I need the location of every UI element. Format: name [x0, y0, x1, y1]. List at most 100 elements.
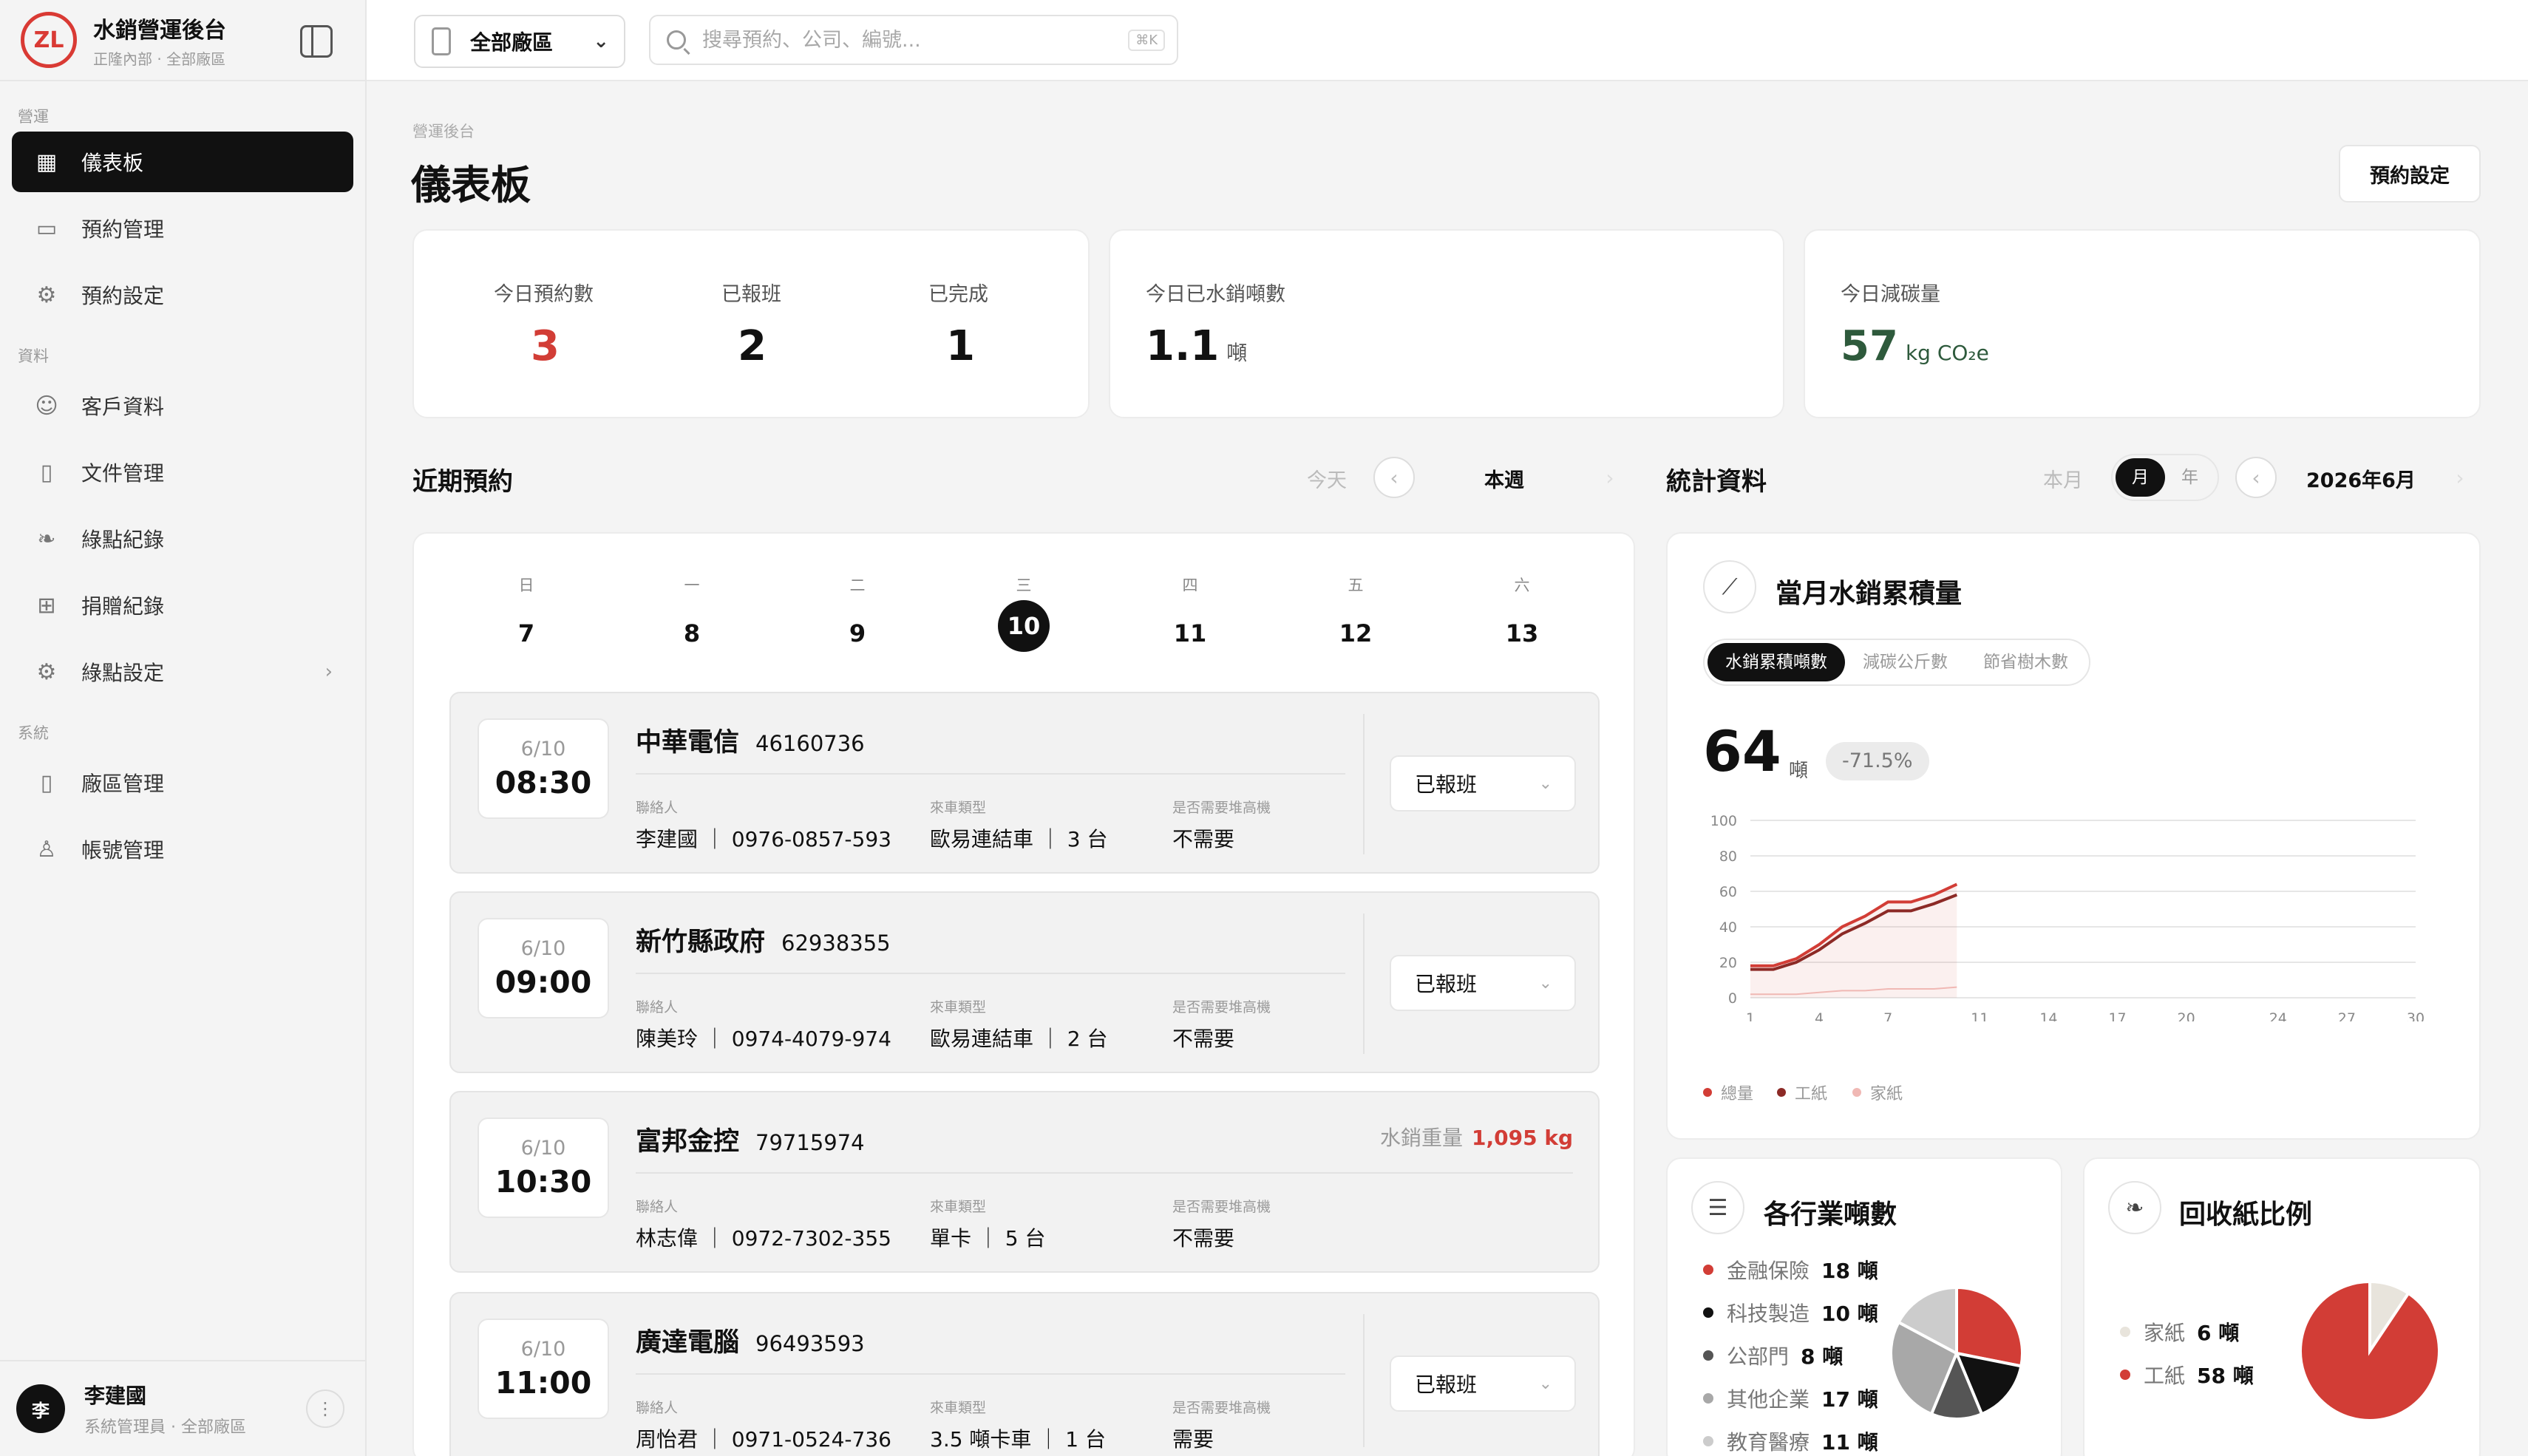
sidebar-item-label: 帳號管理 — [81, 838, 165, 863]
legend-industrial: 工紙 — [1777, 1081, 1827, 1104]
sidebar: ZL 水銷營運後台 正隆內部 · 全部廠區 營運 ▦ 儀表板 ▭ 預約管理 ⚙ … — [0, 0, 367, 1456]
kpi-value-carbon-number: 57 — [1841, 322, 1898, 370]
search-shortcut: ⌘K — [1128, 30, 1165, 51]
gear-icon: ⚙ — [36, 659, 57, 685]
x-tick-label: 4 — [1815, 1010, 1824, 1021]
appointment-time: 6/10 09:00 — [478, 918, 609, 1018]
sidebar-item-customers[interactable]: ☺ 客戶資料 — [12, 375, 353, 436]
sidebar-item-green-points[interactable]: ❧ 綠點紀錄 — [12, 508, 353, 569]
factory-select[interactable]: 全部廠區 ⌄ — [414, 15, 625, 68]
reservation-settings-button[interactable]: 預約設定 — [2339, 145, 2481, 203]
day-sun[interactable]: 日 7 — [493, 574, 560, 659]
divider — [636, 773, 1345, 775]
day-mon[interactable]: 一 8 — [659, 574, 725, 659]
sidebar-toggle-icon[interactable] — [300, 25, 333, 58]
legend-dot — [1703, 1265, 1713, 1275]
appointment-card[interactable]: 6/10 11:00 廣達電腦 96493593 聯絡人 周怡君 ｜ 0971-0… — [449, 1292, 1600, 1456]
divider — [1363, 1314, 1365, 1447]
contact-value: 李建國 ｜ 0976-0857-593 — [636, 827, 891, 851]
industry-value: 18 噸 — [1821, 1259, 1878, 1283]
prev-week-button[interactable]: ‹ — [1373, 457, 1415, 498]
day-num-selected: 10 — [998, 600, 1050, 652]
toggle-year[interactable]: 年 — [2165, 458, 2215, 497]
appointment-card[interactable]: 6/10 10:30 富邦金控 79715974 水銷重量 1,095 kg 聯絡人… — [449, 1091, 1600, 1273]
legend-dot — [1703, 1393, 1713, 1404]
search-box[interactable]: ⌘K — [649, 15, 1178, 65]
vehicle-value: 單卡 ｜ 5 台 — [930, 1226, 1046, 1251]
today-button[interactable]: 今天 — [1307, 464, 1347, 493]
kpi-label-completed: 已完成 — [928, 283, 988, 306]
company-tax-id: 62938355 — [781, 931, 891, 956]
day-thu[interactable]: 四 11 — [1157, 574, 1223, 659]
stats-title: 統計資料 — [1666, 467, 1767, 497]
sidebar-item-documents[interactable]: ▯ 文件管理 — [12, 442, 353, 503]
chevron-right-icon: › — [2456, 465, 2464, 490]
sidebar-item-factories[interactable]: ▯ 廠區管理 — [12, 752, 353, 813]
topbar: 全部廠區 ⌄ ⌘K — [367, 0, 2528, 81]
sidebar-item-reservations[interactable]: ▭ 預約管理 — [12, 198, 353, 259]
day-num: 11 — [1173, 619, 1207, 647]
factory-select-value: 全部廠區 — [470, 30, 554, 55]
tab-tons[interactable]: 水銷累積噸數 — [1708, 643, 1845, 681]
day-name: 五 — [1348, 576, 1364, 594]
legend-dot — [1703, 1088, 1712, 1097]
industry-label: 科技製造 — [1727, 1302, 1810, 1326]
more-icon[interactable]: ⋮ — [306, 1389, 344, 1428]
status-select[interactable]: 已報班 ⌄ — [1390, 1355, 1576, 1412]
forklift-label: 是否需要堆高機 — [1172, 1199, 1271, 1215]
next-week-button[interactable]: › — [1589, 457, 1631, 498]
gear-icon: ⚙ — [36, 282, 57, 308]
calendar-icon: ▭ — [35, 215, 58, 242]
app-subtitle: 正隆內部 · 全部廠區 — [93, 50, 226, 68]
sidebar-item-green-settings[interactable]: ⚙ 綠點設定 › — [12, 642, 353, 702]
kpi-value-completed: 1 — [946, 322, 975, 370]
x-tick-label: 7 — [1883, 1010, 1892, 1021]
appointment-company: 富邦金控 79715974 — [636, 1120, 865, 1158]
appointment-card[interactable]: 6/10 09:00 新竹縣政府 62938355 聯絡人 陳美玲 ｜ 0974-… — [449, 891, 1600, 1073]
vehicle-value: 歐易連結車 ｜ 3 台 — [930, 827, 1108, 851]
prev-month-button[interactable]: ‹ — [2235, 457, 2277, 498]
sidebar-item-reservation-settings[interactable]: ⚙ 預約設定 — [12, 265, 353, 325]
forklift-label: 是否需要堆高機 — [1172, 800, 1271, 816]
user-text: 李建國 系統管理員 · 全部廠區 — [84, 1380, 246, 1438]
tab-carbon[interactable]: 減碳公斤數 — [1845, 643, 1965, 681]
contact-value: 周怡君 ｜ 0971-0524-736 — [636, 1427, 891, 1452]
industry-row: 其他企業 17 噸 — [1703, 1384, 1878, 1413]
pie-slice — [2299, 1279, 2441, 1422]
legend-dot — [1703, 1436, 1713, 1446]
status-select[interactable]: 已報班 ⌄ — [1390, 755, 1576, 812]
day-sat[interactable]: 六 13 — [1489, 574, 1555, 659]
appointment-time: 6/10 10:30 — [478, 1117, 609, 1218]
toggle-month[interactable]: 月 — [2116, 458, 2165, 497]
industry-value: 17 噸 — [1821, 1387, 1878, 1412]
day-tue[interactable]: 二 9 — [824, 574, 891, 659]
tab-trees[interactable]: 節省樹木數 — [1965, 643, 2086, 681]
kpi-card-reservations: 今日預約數 3 已報班 2 已完成 1 — [412, 229, 1090, 418]
change-badge: -71.5% — [1826, 742, 1929, 780]
sidebar-item-accounts[interactable]: ♙ 帳號管理 — [12, 819, 353, 880]
next-month-button[interactable]: › — [2439, 457, 2481, 498]
forklift-value: 不需要 — [1172, 1226, 1235, 1251]
sidebar-item-label: 綠點紀錄 — [81, 528, 165, 552]
sidebar-item-dashboard[interactable]: ▦ 儀表板 — [12, 132, 353, 192]
day-fri[interactable]: 五 12 — [1322, 574, 1389, 659]
day-wed[interactable]: 三 10 — [991, 574, 1057, 652]
this-month-button[interactable]: 本月 — [2043, 464, 2083, 493]
legend-dot — [2120, 1327, 2130, 1337]
industry-row: 公部門 8 噸 — [1703, 1341, 1843, 1370]
industry-label: 金融保險 — [1727, 1259, 1810, 1283]
paper-label: 工紙 — [2144, 1364, 2186, 1388]
day-name: 日 — [518, 576, 534, 594]
period-label: 2026年6月 — [2306, 469, 2416, 492]
gift-icon: ⊞ — [37, 592, 56, 619]
status-select[interactable]: 已報班 ⌄ — [1390, 955, 1576, 1011]
search-input[interactable] — [702, 28, 1116, 52]
appointment-card[interactable]: 6/10 08:30 中華電信 46160736 聯絡人 李建國 ｜ 0976-0… — [449, 692, 1600, 874]
sidebar-item-label: 綠點設定 — [81, 661, 165, 685]
x-tick-label: 27 — [2338, 1010, 2356, 1021]
area-fill — [1750, 884, 1957, 998]
kpi-card-tons: 今日已水銷噸數 1.1 噸 — [1109, 229, 1784, 418]
sidebar-item-donations[interactable]: ⊞ 捐贈紀錄 — [12, 575, 353, 636]
legend-label: 工紙 — [1795, 1085, 1828, 1103]
monthly-total-value: 64 — [1703, 718, 1781, 784]
